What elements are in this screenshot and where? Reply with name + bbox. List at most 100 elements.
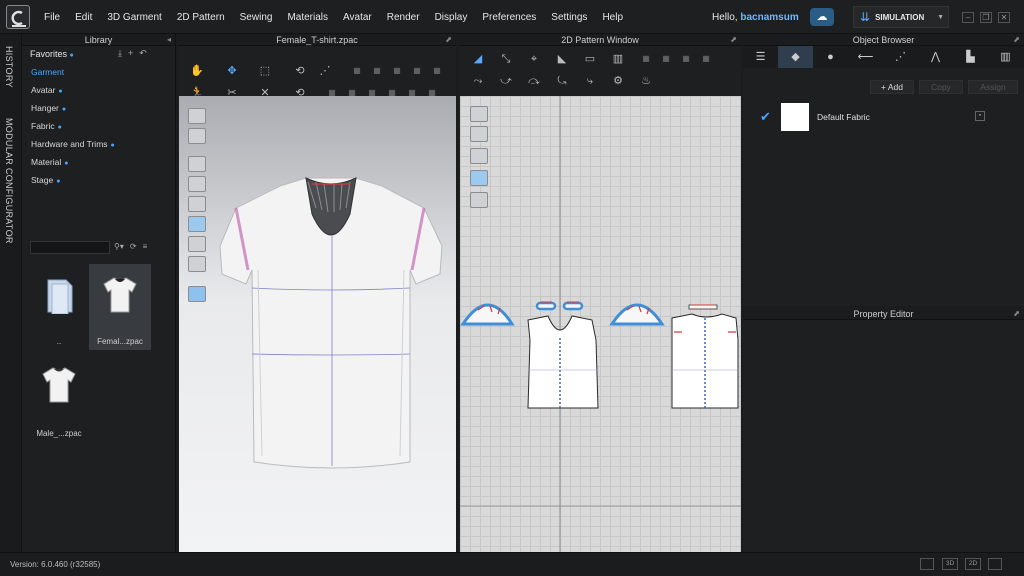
restore-button[interactable]: ❐ (980, 12, 992, 23)
tab-topstitch-icon[interactable]: ⋰ (883, 46, 918, 68)
tack-icon[interactable]: ⟲ (293, 64, 307, 78)
status-bar: Version: 6.0.460 (r32585) 3D 2D (0, 552, 1024, 576)
menu-sewing[interactable]: Sewing (240, 12, 273, 23)
library-item-avatar[interactable]: Avatar ● (31, 85, 63, 95)
menu-bar: File Edit 3D Garment 2D Pattern Sewing M… (0, 0, 1024, 34)
menu-file[interactable]: File (44, 12, 60, 23)
steam-icon[interactable]: ♨ (639, 74, 653, 88)
edit-sewing-icon[interactable]: ⤼ (527, 74, 541, 88)
tool-disabled-icon[interactable]: ▦ (679, 52, 693, 66)
rectangle-icon[interactable]: ▭ (583, 52, 597, 66)
free-sewing-icon[interactable]: ⤻ (499, 74, 513, 88)
library-item-garment[interactable]: Garment (31, 67, 64, 77)
view-avatar-icon[interactable] (188, 108, 206, 124)
collapse-icon[interactable]: ◂ (167, 34, 171, 46)
menu-help[interactable]: Help (602, 12, 623, 23)
tuck-icon[interactable]: ⤷ (583, 74, 597, 88)
tab-history[interactable]: HISTORY (4, 46, 14, 88)
tab-button-icon[interactable]: ● (813, 46, 848, 68)
tool-disabled-icon[interactable]: ▦ (430, 64, 444, 78)
tool-disabled-icon[interactable]: ▦ (390, 64, 404, 78)
simulation-icon: ⇊ (860, 10, 871, 24)
transform-icon[interactable]: ⬚ (258, 64, 272, 78)
library-item-label: Hardware and Trims (31, 139, 108, 149)
menu-render[interactable]: Render (387, 12, 420, 23)
fabric-list-item[interactable]: ✔ Default Fabric ▪ (743, 102, 1024, 132)
expand-icon[interactable]: ⬈ (730, 34, 737, 46)
tool-disabled-icon[interactable]: ▦ (639, 52, 653, 66)
download-icon[interactable]: ⤓ (118, 48, 122, 59)
menu-materials[interactable]: Materials (287, 12, 328, 23)
list-view-icon[interactable]: ≡ (143, 242, 148, 251)
library-item-hardware[interactable]: Hardware and Trims ● (31, 139, 115, 149)
ellipse-icon[interactable]: ▥ (611, 52, 625, 66)
minimize-button[interactable]: – (962, 12, 974, 23)
hand-tool-icon[interactable]: ✋ (190, 64, 204, 78)
user-name[interactable]: bacnamsum (740, 12, 798, 23)
copy-button[interactable]: Copy (919, 80, 963, 94)
tool-disabled-icon[interactable]: ▦ (699, 52, 713, 66)
tab-zipper-icon[interactable]: ⋀ (918, 46, 953, 68)
select-move-icon[interactable]: ✥ (225, 64, 239, 78)
check-sewing-icon[interactable]: ⤿ (555, 74, 569, 88)
library-search-input[interactable] (30, 241, 110, 254)
expand-icon[interactable]: ⬈ (1013, 34, 1020, 46)
menu-3d-garment[interactable]: 3D Garment (107, 12, 161, 23)
close-button[interactable]: ✕ (998, 12, 1010, 23)
file-tile-female-tshirt[interactable]: Femal...zpac (89, 264, 151, 350)
menu-preferences[interactable]: Preferences (482, 12, 536, 23)
assign-button[interactable]: Assign (968, 80, 1018, 94)
sync-icon: ● (58, 88, 63, 95)
polygon-icon[interactable]: ◣ (555, 52, 569, 66)
search-icon[interactable]: ⚲▾ (114, 242, 124, 251)
simulation-mode-button[interactable]: ⇊ SIMULATION ▼ (853, 6, 949, 28)
expand-icon[interactable]: ⬈ (1013, 308, 1020, 320)
tool-disabled-icon[interactable]: ▦ (350, 64, 364, 78)
add-button[interactable]: + Add (870, 80, 914, 94)
segment-sewing-icon[interactable]: ⤳ (471, 74, 485, 88)
file-tile-parent[interactable]: .. (28, 264, 90, 350)
tab-trim-icon[interactable]: ▙ (953, 46, 988, 68)
view-2d-button[interactable]: 2D (965, 558, 981, 570)
file-tile-male-tshirt[interactable]: Male_...zpac (28, 356, 90, 442)
tab-buttonhole-icon[interactable]: ⟵ (848, 46, 883, 68)
menu-2d-pattern[interactable]: 2D Pattern (177, 12, 225, 23)
menu-avatar[interactable]: Avatar (343, 12, 372, 23)
transform-pattern-icon[interactable]: ◢ (471, 52, 485, 66)
layout-single-icon[interactable] (920, 558, 934, 570)
menu-display[interactable]: Display (435, 12, 468, 23)
back-icon[interactable]: ↶ (139, 48, 147, 59)
favorites-label[interactable]: Favorites ● (30, 49, 74, 59)
tool-disabled-icon[interactable]: ▦ (410, 64, 424, 78)
pin-icon[interactable]: ⋰ (318, 64, 332, 78)
library-item-stage[interactable]: Stage ● (31, 175, 60, 185)
tab-modular-configurator[interactable]: MODULAR CONFIGURATOR (4, 118, 14, 244)
view-3d-button[interactable]: 3D (942, 558, 958, 570)
chevron-down-icon[interactable]: ▼ (937, 14, 944, 21)
tool-disabled-icon[interactable]: ▦ (659, 52, 673, 66)
app-logo (6, 5, 30, 29)
tab-graphic-icon[interactable]: ▥ (988, 46, 1023, 68)
menu-edit[interactable]: Edit (75, 12, 92, 23)
expand-icon[interactable]: ⬈ (445, 34, 452, 46)
fabric-options-icon[interactable]: ▪ (975, 111, 985, 121)
layout-split-icon[interactable] (988, 558, 1002, 570)
edit-curvature-icon[interactable]: ⌖ (527, 52, 541, 66)
library-item-fabric[interactable]: Fabric ● (31, 121, 62, 131)
edit-point-icon[interactable]: ⤡ (499, 52, 513, 66)
menu-settings[interactable]: Settings (551, 12, 587, 23)
tool-disabled-icon[interactable]: ▦ (370, 64, 384, 78)
library-item-material[interactable]: Material ● (31, 157, 68, 167)
sync-icon: ● (56, 178, 61, 185)
refresh-icon[interactable]: ⟳ (130, 242, 137, 251)
cloud-icon[interactable]: ☁ (810, 8, 834, 26)
library-item-hanger[interactable]: Hanger ● (31, 103, 66, 113)
pattern-2d-canvas[interactable] (460, 96, 741, 552)
sewing-machine-icon[interactable]: ⚙ (611, 74, 625, 88)
view-garment-icon[interactable] (188, 128, 206, 144)
tab-list-icon[interactable]: ☰ (743, 46, 778, 68)
property-editor-panel: Property Editor ⬈ (743, 308, 1024, 552)
add-icon[interactable]: + (128, 48, 133, 59)
viewport-3d-canvas[interactable] (179, 96, 456, 552)
tab-fabric-icon[interactable]: ◆ (778, 46, 813, 68)
